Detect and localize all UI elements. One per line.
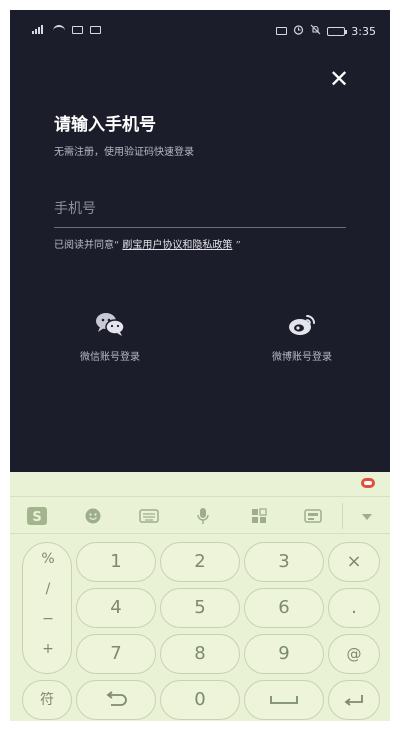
sogou-mascot-icon[interactable]	[361, 478, 375, 488]
dot-key[interactable]: .	[328, 588, 380, 628]
status-bar: 3:35	[10, 10, 390, 50]
agreement-open-quote: “	[114, 240, 120, 251]
at-key[interactable]: @	[328, 634, 380, 674]
space-bar-icon	[270, 696, 298, 704]
symbol-column[interactable]: % / − +	[22, 542, 72, 674]
close-button[interactable]: ✕	[326, 66, 352, 92]
page-subtitle: 无需注册，使用验证码快速登录	[54, 147, 194, 158]
symbols-key[interactable]: 符	[22, 680, 72, 720]
digit-key-5[interactable]: 5	[160, 588, 240, 628]
digit-key-4[interactable]: 4	[76, 588, 156, 628]
agreement-link[interactable]: 刷宝用户协议和隐私政策	[122, 240, 232, 251]
svg-text:S: S	[32, 510, 41, 525]
symbol-key[interactable]: −	[23, 611, 73, 627]
enter-icon	[344, 695, 363, 706]
agreement-close-quote: ”	[235, 240, 241, 251]
agreement-text: 已阅读并同意“ 刷宝用户协议和隐私政策 ”	[54, 236, 241, 251]
clipboard-icon[interactable]	[302, 506, 324, 526]
alarm-icon	[293, 24, 304, 38]
digit-key-9[interactable]: 9	[244, 634, 324, 674]
agreement-prefix: 已阅读并同意	[54, 240, 114, 251]
status-left	[32, 25, 101, 34]
wifi-icon	[53, 25, 65, 34]
close-icon: ✕	[328, 65, 350, 93]
signal-icon	[32, 25, 46, 34]
nfc-icon	[276, 27, 288, 35]
delete-key[interactable]: ×	[328, 542, 380, 582]
mute-icon	[310, 24, 321, 38]
microphone-icon[interactable]	[192, 506, 214, 526]
keyboard-icon[interactable]	[138, 506, 160, 526]
digit-key-6[interactable]: 6	[244, 588, 324, 628]
back-key[interactable]	[76, 680, 156, 720]
symbol-key[interactable]: +	[23, 641, 73, 657]
wechat-login-label: 微信账号登录	[80, 352, 140, 363]
enter-key[interactable]	[328, 680, 380, 720]
sim-icon	[72, 25, 83, 34]
status-right: 3:35	[276, 24, 376, 38]
wechat-icon	[96, 313, 125, 336]
apps-grid-icon[interactable]	[248, 506, 270, 526]
phone-screen: 3:35 ✕ 请输入手机号 无需注册，使用验证码快速登录 已阅读并同意“ 刷宝用…	[10, 10, 390, 721]
page-title: 请输入手机号	[54, 115, 156, 135]
emoji-icon[interactable]	[82, 506, 104, 526]
digit-key-8[interactable]: 8	[160, 634, 240, 674]
weibo-icon	[289, 315, 315, 335]
keyboard-top-row	[10, 472, 390, 494]
sogou-logo-icon[interactable]: S	[26, 506, 48, 526]
clock-time: 3:35	[351, 24, 376, 38]
digit-key-7[interactable]: 7	[76, 634, 156, 674]
weibo-login-button[interactable]: 微博账号登录	[242, 310, 362, 363]
collapse-icon[interactable]	[356, 506, 378, 526]
digit-key-2[interactable]: 2	[160, 542, 240, 582]
battery-icon	[327, 26, 348, 36]
digit-key-1[interactable]: 1	[76, 542, 156, 582]
return-arrow-icon	[106, 691, 127, 706]
keyboard-toolbar: S	[10, 496, 390, 534]
symbol-key[interactable]: %	[23, 551, 73, 567]
digit-key-0[interactable]: 0	[160, 680, 240, 720]
weibo-login-label: 微博账号登录	[272, 352, 332, 363]
symbol-key[interactable]: /	[23, 581, 73, 597]
sim-icon	[90, 25, 101, 34]
toolbar-divider	[342, 503, 343, 529]
phone-number-input[interactable]	[54, 190, 346, 228]
digit-key-3[interactable]: 3	[244, 542, 324, 582]
soft-keyboard: S % / − + 1 2 3 × 4 5 6 . 7 8 9 @ 符 0	[10, 472, 390, 721]
wechat-login-button[interactable]: 微信账号登录	[50, 310, 170, 363]
space-key[interactable]	[244, 680, 324, 720]
